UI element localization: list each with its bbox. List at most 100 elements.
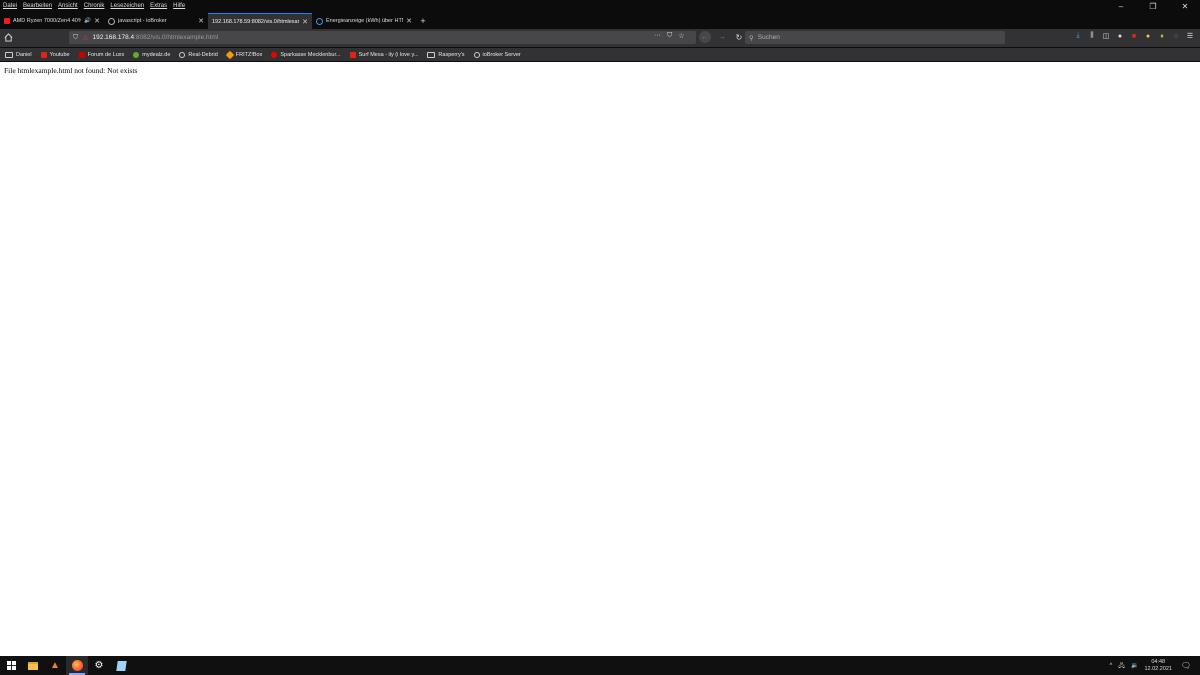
menu-lesezeichen[interactable]: Lesezeichen xyxy=(110,3,144,9)
bookmark-forum-de-luxx[interactable]: Forum de Luxx xyxy=(78,51,125,58)
bookmark-label: ioBroker Server xyxy=(482,51,521,58)
menu-datei[interactable]: Datei xyxy=(3,3,17,9)
browser-chrome: Datei Bearbeiten Ansicht Chronik Lesezei… xyxy=(0,0,1200,62)
menu-bar: Datei Bearbeiten Ansicht Chronik Lesezei… xyxy=(0,0,1200,12)
forward-button[interactable]: → xyxy=(716,31,728,43)
bookmark-real-debrid[interactable]: Real-Debrid xyxy=(179,51,218,58)
bookmark-youtube[interactable]: Youtube xyxy=(40,51,70,58)
clock[interactable]: 04:48 12.02.2021 xyxy=(1144,659,1172,673)
tab-javascript-iobroker[interactable]: javascript - ioBroker ✕ xyxy=(104,13,208,29)
bookmark-label: Rasperry's xyxy=(438,51,465,58)
info-icon xyxy=(316,17,323,25)
tab-amd-ryzen[interactable]: AMD Ryzen 7000/Zen4 40% 🔊 ✕ xyxy=(0,13,104,29)
bookmark-star-icon[interactable]: ☆ xyxy=(678,32,684,40)
back-button[interactable]: ← xyxy=(699,31,711,43)
insecure-lock-icon[interactable]: ⚠ xyxy=(82,34,88,42)
search-input[interactable]: ⚲ Suchen xyxy=(745,31,1005,44)
tab-close-button[interactable]: ✕ xyxy=(198,17,204,25)
menu-icon[interactable]: ☰ xyxy=(1186,32,1194,40)
bookmarks-toolbar: Daniel Youtube Forum de Luxx mydealz.de … xyxy=(0,48,1200,61)
speaker-icon[interactable]: 🔊 xyxy=(84,18,91,24)
mydealz-icon xyxy=(133,51,140,58)
bookmark-daniel[interactable]: Daniel xyxy=(5,51,32,58)
bookmark-sparkasse[interactable]: Sparkasse Mecklenbur... xyxy=(271,51,341,58)
pocket-icon[interactable]: ⛉ xyxy=(667,32,672,40)
youtube-icon xyxy=(40,51,47,58)
url-host: 192.168.178.4 xyxy=(92,34,135,41)
menu-chronik[interactable]: Chronik xyxy=(84,3,105,9)
windows-icon xyxy=(6,661,16,670)
volume-icon[interactable]: 🔉 xyxy=(1131,662,1138,669)
folder-icon xyxy=(427,51,436,58)
firefox-icon[interactable] xyxy=(66,656,88,675)
new-tab-button[interactable]: + xyxy=(416,13,430,29)
bookmark-label: mydealz.de xyxy=(142,51,171,58)
reload-button[interactable]: ↻ xyxy=(733,31,745,43)
url-actions: ··· ⛉ ☆ xyxy=(654,32,685,40)
tab-energieanzeige[interactable]: Energieanzeige (kWh) über HTM ✕ xyxy=(312,13,416,29)
bookmark-iobroker-server[interactable]: ioBroker Server xyxy=(473,51,521,58)
library-icon[interactable]: ⫼ xyxy=(1088,32,1096,40)
system-tray: ^ 🖧 🔉 04:48 12.02.2021 🗨 xyxy=(1109,656,1200,675)
tab-label: AMD Ryzen 7000/Zen4 40% xyxy=(13,18,82,24)
tab-close-button[interactable]: ✕ xyxy=(302,18,308,26)
windows-start-button[interactable] xyxy=(0,656,22,675)
bookmark-label: Forum de Luxx xyxy=(87,51,125,58)
minimize-button[interactable]: – xyxy=(1114,2,1128,11)
globe-icon xyxy=(473,51,480,58)
youtube-icon xyxy=(4,18,10,24)
extension-green-icon[interactable]: ♦ xyxy=(1158,32,1166,40)
file-explorer-icon[interactable] xyxy=(22,656,44,675)
close-window-button[interactable]: ✕ xyxy=(1178,2,1192,11)
extension-yellow-icon[interactable]: ● xyxy=(1144,32,1152,40)
notepad-icon[interactable] xyxy=(110,656,132,675)
menu-bearbeiten[interactable]: Bearbeiten xyxy=(23,3,52,9)
settings-icon[interactable]: ⚙ xyxy=(88,656,110,675)
sidebar-icon[interactable]: ◫ xyxy=(1102,32,1110,40)
vlc-icon[interactable]: ▲ xyxy=(44,656,66,675)
download-icon[interactable]: ⤓ xyxy=(1074,32,1082,40)
toolbar-right: ⤓ ⫼ ◫ ● ■ ● ♦ ○ ☰ xyxy=(1074,32,1194,40)
notification-icon[interactable]: 🗨 xyxy=(1178,656,1194,675)
navigation-bar: ⛉ ⚠ 192.168.178.4:8082/vis.0/htmlexample… xyxy=(0,29,1200,47)
menu-ansicht[interactable]: Ansicht xyxy=(58,3,78,9)
nav-buttons: ← → ↻ xyxy=(699,31,745,43)
real-debrid-icon xyxy=(179,51,186,58)
restore-button[interactable]: ❐ xyxy=(1146,2,1160,11)
url-bar[interactable]: ⛉ ⚠ 192.168.178.4:8082/vis.0/htmlexample… xyxy=(69,31,696,44)
network-icon[interactable]: 🖧 xyxy=(1118,661,1125,671)
account-icon[interactable]: ● xyxy=(1116,32,1124,40)
tab-htmlexample[interactable]: 192.168.178.59:8082/vis.0/htmlexam ✕ xyxy=(208,13,312,29)
search-placeholder: Suchen xyxy=(757,34,780,41)
tab-strip: AMD Ryzen 7000/Zen4 40% 🔊 ✕ javascript -… xyxy=(0,13,1200,29)
luxx-icon xyxy=(78,51,85,58)
globe-icon xyxy=(108,17,115,25)
menu-hilfe[interactable]: Hilfe xyxy=(173,3,185,9)
shield-icon[interactable]: ⛉ xyxy=(73,34,78,42)
tab-label: 192.168.178.59:8082/vis.0/htmlexam xyxy=(212,18,300,25)
bookmark-fritzbox[interactable]: FRITZ!Box xyxy=(225,50,263,59)
fritzbox-icon xyxy=(225,50,235,59)
youtube-icon xyxy=(349,51,356,58)
tray-chevron-icon[interactable]: ^ xyxy=(1109,663,1112,669)
error-message: File htmlexample.html not found: Not exi… xyxy=(4,66,138,75)
tab-close-button[interactable]: ✕ xyxy=(406,17,412,25)
sparkasse-icon xyxy=(271,51,278,58)
bookmark-label: Youtube xyxy=(49,51,70,58)
page-content: File htmlexample.html not found: Not exi… xyxy=(0,62,1200,656)
page-actions-icon[interactable]: ··· xyxy=(654,32,661,40)
home-icon[interactable] xyxy=(4,33,13,42)
tab-close-button[interactable]: ✕ xyxy=(94,17,100,25)
bookmark-surf-mesa[interactable]: Surf Mesa - ily (i love y... xyxy=(349,51,418,58)
menu-extras[interactable]: Extras xyxy=(150,3,167,9)
bookmark-mydealz[interactable]: mydealz.de xyxy=(133,51,171,58)
taskbar: ▲ ⚙ ^ 🖧 🔉 04:48 12.02.2021 🗨 xyxy=(0,656,1200,675)
time: 04:48 xyxy=(1151,658,1166,665)
extension-circle-icon[interactable]: ○ xyxy=(1172,32,1180,40)
bookmark-rasperrys[interactable]: Rasperry's xyxy=(427,51,465,58)
extension-red-icon[interactable]: ■ xyxy=(1130,32,1138,40)
tab-label: javascript - ioBroker xyxy=(118,18,167,24)
search-icon: ⚲ xyxy=(749,34,754,42)
bookmark-label: FRITZ!Box xyxy=(235,51,263,58)
window-controls: – ❐ ✕ xyxy=(1114,2,1192,11)
